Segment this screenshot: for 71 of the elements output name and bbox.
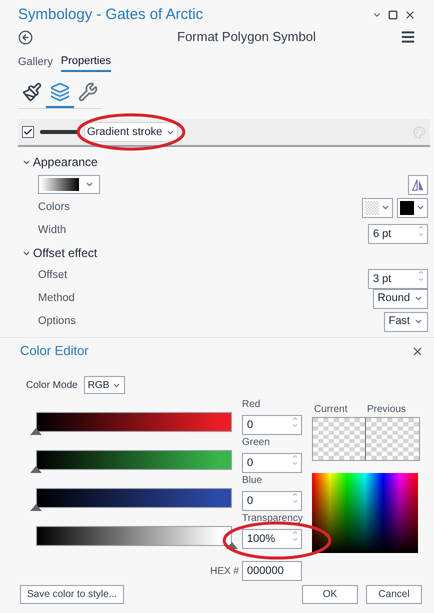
layer-row[interactable]: Gradient stroke xyxy=(18,119,430,147)
caret-icon xyxy=(381,203,390,212)
spin-field[interactable]: 3 pt xyxy=(368,268,428,288)
property-label: Offset xyxy=(38,268,68,284)
caret-icon xyxy=(416,203,425,212)
property-label: Options xyxy=(38,314,76,330)
property-label: Colors xyxy=(38,200,70,216)
caret-icon xyxy=(414,317,423,326)
save-color-button[interactable]: Save color to style... xyxy=(20,585,124,604)
tab[interactable]: Properties xyxy=(60,52,111,72)
swatch-label: Previous xyxy=(366,403,407,417)
channel-label: Green xyxy=(242,436,271,450)
slider-thumb[interactable] xyxy=(30,428,42,435)
section-title: Appearance xyxy=(33,154,98,171)
slider-thumb[interactable] xyxy=(30,504,42,511)
channel-label: Red xyxy=(242,398,262,412)
channel-label: Transparency xyxy=(242,512,304,526)
gradient-dropdown[interactable] xyxy=(38,175,100,194)
slider-track[interactable] xyxy=(36,488,232,508)
spin-field[interactable]: 0 xyxy=(242,453,302,473)
channel-label: Blue xyxy=(242,474,264,488)
dropdown[interactable]: Gradient stroke xyxy=(84,122,178,142)
slider-thumb[interactable] xyxy=(226,542,238,549)
slider-track[interactable] xyxy=(36,412,232,432)
menu-icon[interactable] xyxy=(400,29,416,45)
section-title: Offset effect xyxy=(33,245,98,262)
maximize-icon[interactable] xyxy=(388,10,398,20)
spin-field[interactable]: 0 xyxy=(242,491,302,511)
color-mode-label: Color Mode xyxy=(26,378,78,392)
checker-swatch xyxy=(313,418,366,460)
spin-field[interactable]: 6 pt xyxy=(368,224,428,244)
layers-icon xyxy=(50,82,70,102)
hex-label: HEX # xyxy=(210,564,239,578)
spin-field[interactable]: 100% xyxy=(242,529,302,549)
ok-button[interactable]: OK xyxy=(302,585,358,604)
checker-swatch xyxy=(366,418,419,460)
section-header[interactable]: Offset effect xyxy=(22,242,428,264)
check-icon xyxy=(23,127,33,137)
flip-icon xyxy=(411,178,425,192)
flip-button[interactable] xyxy=(408,174,428,194)
slider-thumb[interactable] xyxy=(30,466,42,473)
wrench-icon xyxy=(78,82,98,102)
close-icon[interactable] xyxy=(404,9,416,21)
property-label: Method xyxy=(38,291,75,306)
gradient-swatch xyxy=(41,178,79,191)
stroke-preview xyxy=(40,130,78,134)
section-header[interactable]: Appearance xyxy=(22,151,428,173)
property-label: Width xyxy=(38,223,66,238)
color-dropdown[interactable] xyxy=(397,198,428,218)
panel-title: Format Polygon Symbol xyxy=(176,28,316,46)
spin-field[interactable]: 0 xyxy=(242,415,302,435)
caret-icon xyxy=(85,180,94,189)
color-spectrum[interactable] xyxy=(312,473,418,553)
cancel-button[interactable]: Cancel xyxy=(366,585,422,604)
dialog-title: Color Editor xyxy=(20,342,89,360)
slider-track[interactable] xyxy=(36,526,232,546)
dropdown[interactable]: Fast xyxy=(384,312,428,332)
hex-field[interactable]: 000000 xyxy=(242,561,302,581)
window-title: Symbology - Gates of Arctic xyxy=(18,4,204,25)
checkbox[interactable] xyxy=(22,126,34,138)
back-icon[interactable] xyxy=(18,30,33,44)
slider-track[interactable] xyxy=(36,450,232,470)
dropdown[interactable]: Round xyxy=(372,288,428,308)
color-mode-dropdown[interactable]: RGB xyxy=(84,376,126,394)
color-dropdown[interactable] xyxy=(362,198,393,218)
close-icon[interactable] xyxy=(411,344,424,358)
tab[interactable]: Gallery xyxy=(18,52,53,72)
brush-icon xyxy=(22,82,42,102)
checker-swatch xyxy=(365,200,379,214)
caret-icon xyxy=(414,294,423,303)
swatch-label: Current xyxy=(313,403,348,417)
